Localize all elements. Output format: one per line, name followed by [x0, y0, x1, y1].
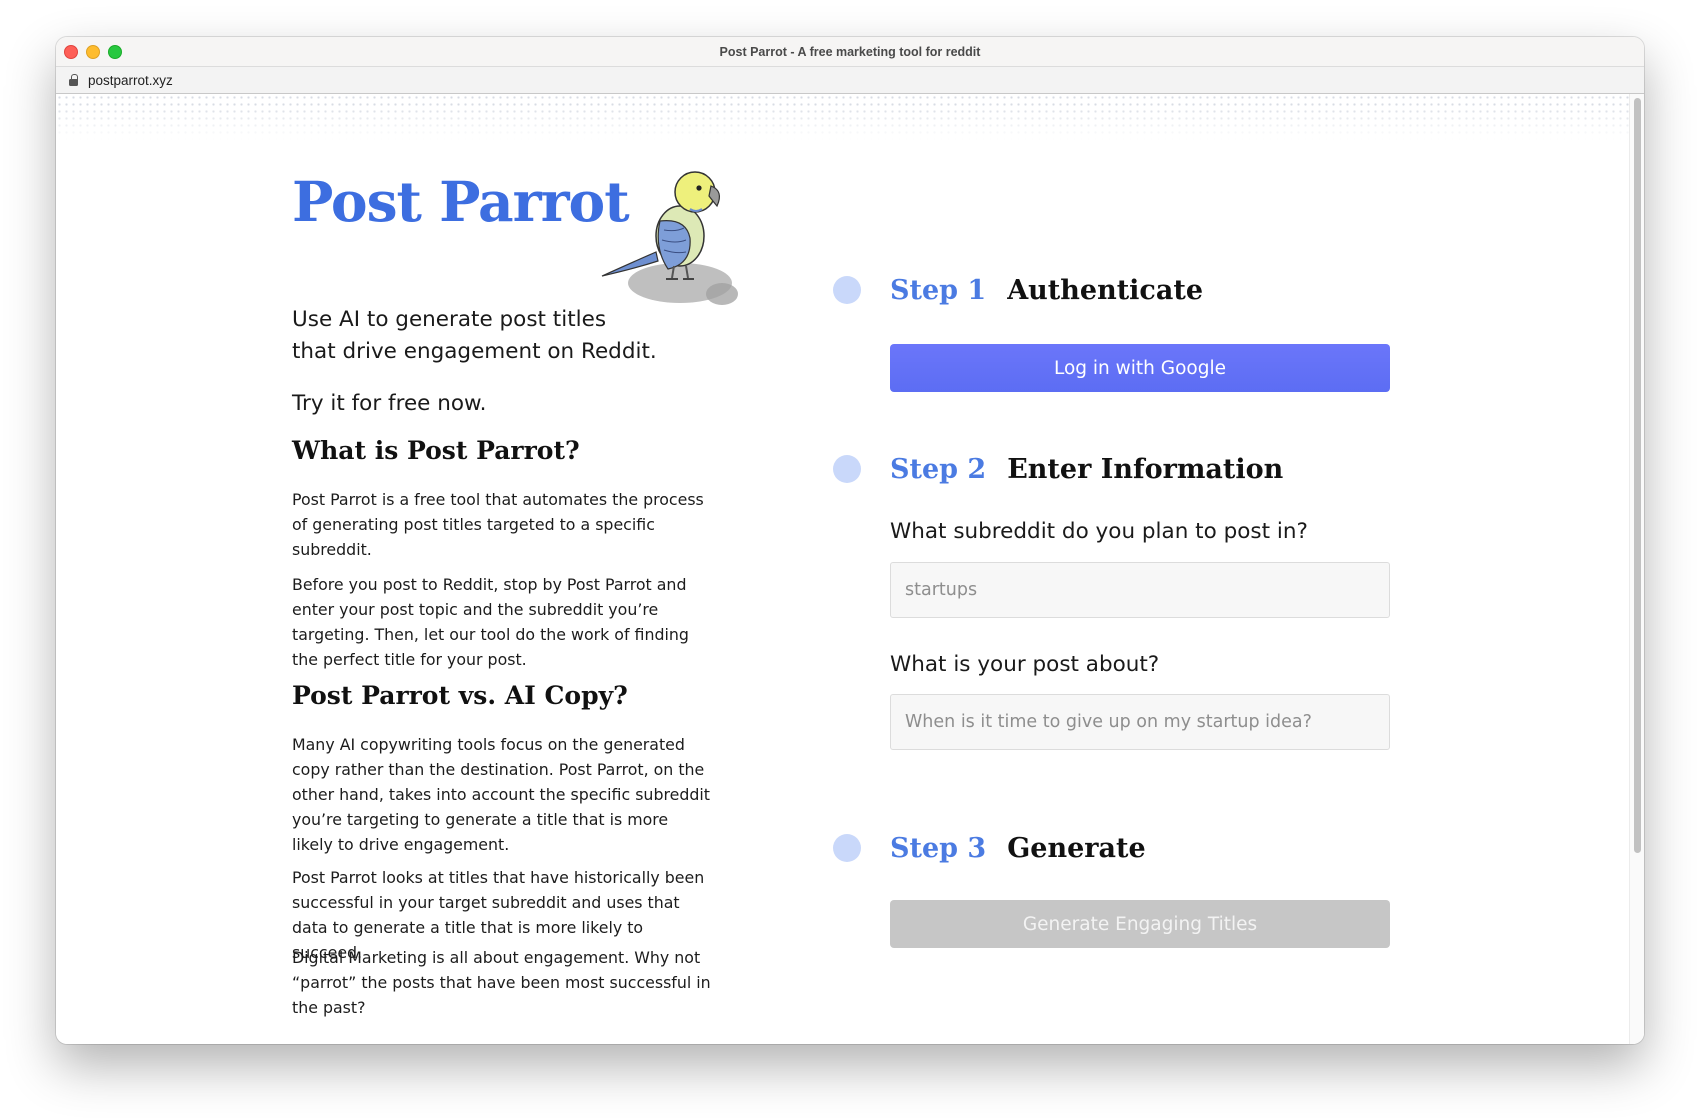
step-2-indicator: [833, 455, 861, 483]
page-scrollbar[interactable]: [1629, 94, 1644, 1044]
scrollbar-thumb[interactable]: [1634, 98, 1641, 853]
step-3-indicator: [833, 834, 861, 862]
window-titlebar: Post Parrot - A free marketing tool for …: [56, 37, 1644, 67]
step-1-indicator: [833, 276, 861, 304]
versus-paragraph-3: Digital Marketing is all about engagemen…: [292, 948, 711, 1017]
window-title: Post Parrot - A free marketing tool for …: [719, 44, 981, 59]
step-2-header: Step 2 Enter Information: [833, 451, 1283, 487]
about-paragraph-1: Post Parrot is a free tool that automate…: [292, 490, 704, 559]
address-bar[interactable]: postparrot.xyz: [56, 67, 1644, 94]
url-text[interactable]: postparrot.xyz: [88, 73, 173, 88]
close-window-button[interactable]: [64, 45, 78, 59]
step-3-number: Step 3: [890, 832, 987, 864]
dot-pattern-decoration: [56, 94, 1630, 140]
step-3-header: Step 3 Generate: [833, 830, 1146, 866]
step-1-title: Authenticate: [1007, 274, 1204, 306]
step-1-number: Step 1: [890, 274, 987, 306]
tagline-line-1: Use AI to generate post titles: [292, 307, 607, 332]
tagline-line-2: that drive engagement on Reddit.: [292, 339, 657, 364]
brand-title: Post Parrot: [292, 169, 630, 234]
try-free-text: Try it for free now.: [292, 391, 487, 416]
google-login-button[interactable]: Log in with Google: [890, 344, 1390, 392]
step-1-header: Step 1 Authenticate: [833, 272, 1203, 308]
step-3-title: Generate: [1007, 832, 1146, 864]
hero-tagline: Use AI to generate post titles that driv…: [292, 304, 657, 368]
maximize-window-button[interactable]: [108, 45, 122, 59]
versus-heading: Post Parrot vs. AI Copy?: [292, 681, 628, 710]
step-2-number: Step 2: [890, 453, 987, 485]
minimize-window-button[interactable]: [86, 45, 100, 59]
traffic-lights: [64, 45, 122, 59]
topic-input[interactable]: When is it time to give up on my startup…: [890, 694, 1390, 750]
parrot-illustration: [601, 171, 738, 305]
topic-placeholder: When is it time to give up on my startup…: [905, 712, 1312, 732]
lock-icon: [69, 74, 78, 86]
subreddit-input[interactable]: startups: [890, 562, 1390, 618]
page-viewport: Post Parrot Use AI to generate post titl…: [56, 94, 1644, 1044]
browser-window: Post Parrot - A free marketing tool for …: [56, 37, 1644, 1044]
versus-paragraph-1: Many AI copywriting tools focus on the g…: [292, 735, 710, 854]
subreddit-placeholder: startups: [905, 580, 978, 600]
about-paragraph-2: Before you post to Reddit, stop by Post …: [292, 575, 689, 669]
about-heading: What is Post Parrot?: [292, 436, 580, 465]
topic-label: What is your post about?: [890, 652, 1160, 677]
step-2-title: Enter Information: [1007, 453, 1284, 485]
generate-titles-button[interactable]: Generate Engaging Titles: [890, 900, 1390, 948]
subreddit-label: What subreddit do you plan to post in?: [890, 519, 1308, 544]
